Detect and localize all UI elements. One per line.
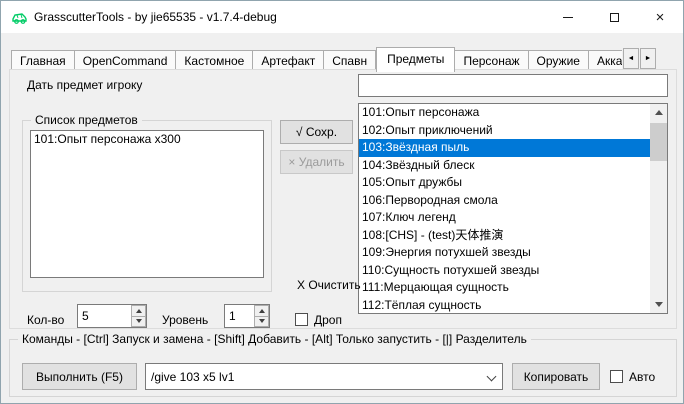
minimize-button[interactable]	[545, 1, 591, 33]
give-item-label: Дать предмет игроку	[27, 78, 142, 92]
triangle-up-icon	[655, 110, 663, 115]
maximize-icon	[610, 13, 619, 22]
list-item[interactable]: 101:Опыт персонажа x300	[31, 131, 263, 149]
drop-checkbox[interactable]	[295, 313, 308, 326]
list-item[interactable]: 112:Тёплая сущность	[359, 297, 650, 315]
scroll-down-button[interactable]	[650, 296, 667, 313]
tab-page-items: Дать предмет игроку 101:Опыт персонажа10…	[9, 69, 677, 329]
window-title: GrasscutterTools - by jie65535 - v1.7.4-…	[34, 1, 277, 33]
triangle-down-icon	[259, 319, 265, 323]
level-label: Уровень	[162, 309, 208, 331]
tab-items[interactable]: Предметы	[376, 47, 455, 72]
triangle-up-icon	[259, 309, 265, 313]
auto-label: Авто	[629, 366, 655, 388]
scrollbar[interactable]	[650, 104, 667, 313]
count-down-button[interactable]	[131, 317, 146, 328]
commands-group-title: Команды - [Ctrl] Запуск и замена - [Shif…	[18, 332, 531, 346]
triangle-down-icon	[655, 302, 663, 307]
app-window: GrasscutterTools - by jie65535 - v1.7.4-…	[0, 0, 684, 404]
list-item[interactable]: 108:[CHS] - (test)天体推演	[359, 227, 650, 245]
scroll-up-button[interactable]	[650, 104, 667, 121]
tab-scroll-right-button[interactable]: ►	[640, 48, 656, 69]
arrow-right-icon: ►	[645, 55, 652, 62]
list-item[interactable]: 101:Опыт персонажа	[359, 104, 650, 122]
chevron-down-icon[interactable]	[487, 372, 497, 382]
items-listbox[interactable]: 101:Опыт персонажа102:Опыт приключений10…	[358, 103, 668, 314]
clear-button[interactable]: X Очистить	[297, 278, 361, 292]
delete-button[interactable]: × Удалить	[280, 150, 353, 174]
minimize-icon	[563, 17, 573, 18]
command-input[interactable]	[146, 364, 480, 389]
saved-items-listbox[interactable]: 101:Опыт персонажа x300	[30, 130, 264, 278]
count-value: 5	[82, 305, 89, 327]
commands-group: Команды - [Ctrl] Запуск и замена - [Shif…	[9, 339, 677, 397]
level-stepper[interactable]: 1	[224, 304, 270, 328]
run-button[interactable]: Выполнить (F5)	[22, 363, 137, 390]
list-item[interactable]: 110:Сущность потухшей звезды	[359, 262, 650, 280]
list-item[interactable]: 103:Звёздная пыль	[359, 139, 650, 157]
level-up-button[interactable]	[254, 305, 269, 317]
app-logo-icon	[11, 9, 28, 26]
list-item[interactable]: 106:Первородная смола	[359, 192, 650, 210]
triangle-up-icon	[136, 309, 142, 313]
saved-items-group-title: Список предметов	[31, 113, 142, 127]
save-button[interactable]: √ Сохр.	[280, 120, 353, 144]
close-icon: ×	[656, 10, 665, 25]
scroll-thumb[interactable]	[650, 123, 667, 161]
copy-button[interactable]: Копировать	[512, 363, 600, 390]
close-button[interactable]: ×	[637, 1, 683, 33]
list-item[interactable]: 111:Мерцающая сущность	[359, 279, 650, 297]
triangle-down-icon	[136, 319, 142, 323]
list-item[interactable]: 104:Звёздный блеск	[359, 157, 650, 175]
level-value: 1	[229, 305, 236, 327]
items-rows: 101:Опыт персонажа102:Опыт приключений10…	[359, 104, 650, 313]
arrow-left-icon: ◄	[628, 55, 635, 62]
list-item[interactable]: 105:Опыт дружбы	[359, 174, 650, 192]
drop-label: Дроп	[314, 309, 342, 331]
maximize-button[interactable]	[591, 1, 637, 33]
auto-checkbox[interactable]	[610, 370, 623, 383]
list-item[interactable]: 102:Опыт приключений	[359, 122, 650, 140]
count-stepper[interactable]: 5	[77, 304, 147, 328]
saved-items-group: Список предметов 101:Опыт персонажа x300	[22, 120, 272, 292]
count-label: Кол-во	[27, 309, 64, 331]
list-item[interactable]: 107:Ключ легенд	[359, 209, 650, 227]
level-down-button[interactable]	[254, 317, 269, 328]
tab-scroll-left-button[interactable]: ◄	[623, 48, 639, 69]
title-bar[interactable]: GrasscutterTools - by jie65535 - v1.7.4-…	[1, 1, 683, 33]
count-up-button[interactable]	[131, 305, 146, 317]
command-combobox[interactable]	[145, 363, 503, 390]
search-input[interactable]	[358, 74, 668, 97]
list-item[interactable]: 109:Энергия потухшей звезды	[359, 244, 650, 262]
